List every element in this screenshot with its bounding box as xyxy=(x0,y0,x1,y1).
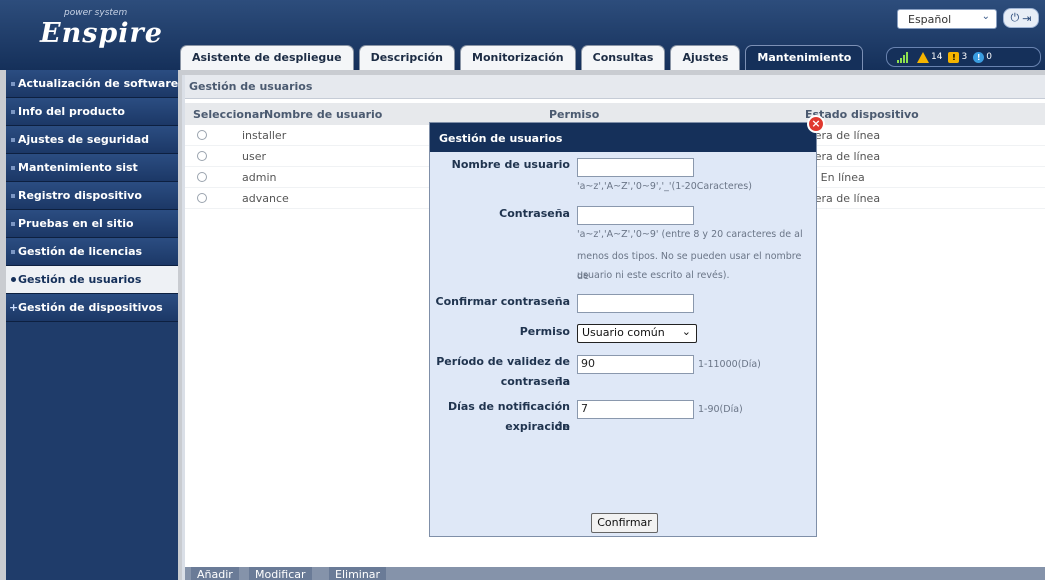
tab-asistente[interactable]: Asistente de despliegue xyxy=(180,45,354,70)
sidebar-item-product-info[interactable]: Info del producto xyxy=(6,98,178,126)
notify-input[interactable]: 7 xyxy=(577,400,694,419)
dialog-title: Gestión de usuarios xyxy=(430,123,816,152)
language-select[interactable]: Español ⌄ xyxy=(897,9,997,29)
close-icon[interactable]: × xyxy=(807,115,825,133)
row-radio[interactable] xyxy=(197,172,207,182)
confirm-password-label: Confirmar contraseña xyxy=(435,295,570,308)
exclamation-icon: ! xyxy=(948,51,960,63)
sidebar-item-device-log[interactable]: Registro dispositivo xyxy=(6,182,178,210)
power-icon[interactable]: ⏻ xyxy=(1011,11,1020,25)
add-button[interactable]: Añadir xyxy=(191,567,239,580)
tab-mantenimiento[interactable]: Mantenimiento xyxy=(745,45,864,70)
validity-input[interactable]: 90 xyxy=(577,355,694,374)
language-value: Español xyxy=(908,13,952,26)
tab-ajustes[interactable]: Ajustes xyxy=(670,45,741,70)
action-bar xyxy=(185,567,1045,580)
permission-value: Usuario común xyxy=(582,326,665,339)
confirm-button[interactable]: Confirmar xyxy=(591,513,658,533)
sidebar-item-site-tests[interactable]: Pruebas en el sitio xyxy=(6,210,178,238)
logout-icon[interactable]: ⇥ xyxy=(1022,12,1031,25)
permission-select[interactable]: Usuario común ⌄ xyxy=(577,324,697,343)
alarm-bar[interactable]: 14 ! 3 ! 0 xyxy=(886,47,1041,67)
sidebar-item-software-update[interactable]: Actualización de software xyxy=(6,70,178,98)
password-label: Contraseña xyxy=(499,207,570,220)
username-hint: 'a~z','A~Z','0~9','_'(1-20Caracteres) xyxy=(577,181,752,192)
username-input[interactable] xyxy=(577,158,694,177)
warning-triangle-icon xyxy=(917,51,929,63)
permission-label: Permiso xyxy=(519,325,570,338)
row-radio[interactable] xyxy=(197,130,207,140)
sidebar-item-security[interactable]: Ajustes de seguridad xyxy=(6,126,178,154)
section-title: Gestión de usuarios xyxy=(185,75,1045,99)
notify-unit: 1-90(Día) xyxy=(698,404,743,415)
logo-subtitle: power system xyxy=(64,8,128,18)
info-alarm[interactable]: ! 0 xyxy=(973,51,992,63)
sidebar-item-devices[interactable]: Gestión de dispositivos xyxy=(6,294,178,322)
tab-descripcion[interactable]: Descripción xyxy=(358,45,455,70)
notify-label-line2: expiración xyxy=(505,420,570,433)
main-tabs: Asistente de despliegue Descripción Moni… xyxy=(180,41,864,70)
tab-monitorizacion[interactable]: Monitorización xyxy=(460,45,576,70)
modify-button[interactable]: Modificar xyxy=(249,567,312,580)
major-alarm[interactable]: 14 xyxy=(917,51,943,63)
sidebar-item-system-maintenance[interactable]: Mantenimiento sist xyxy=(6,154,178,182)
col-permission: Permiso xyxy=(549,107,600,121)
row-radio[interactable] xyxy=(197,193,207,203)
sidebar-item-users[interactable]: Gestión de usuarios xyxy=(6,266,178,294)
confirm-password-input[interactable] xyxy=(577,294,694,313)
sidebar: Actualización de software Info del produ… xyxy=(6,70,178,580)
info-icon: ! xyxy=(973,51,985,63)
username-label: Nombre de usuario xyxy=(451,158,570,171)
row-radio[interactable] xyxy=(197,151,207,161)
sidebar-item-licenses[interactable]: Gestión de licencias xyxy=(6,238,178,266)
top-header: power system Enspire Español ⌄ ⏻ ⇥ Asist… xyxy=(0,0,1045,70)
tab-consultas[interactable]: Consultas xyxy=(580,45,666,70)
chevron-down-icon: ⌄ xyxy=(981,11,990,22)
col-select: Seleccionar xyxy=(193,107,265,121)
user-management-dialog: Gestión de usuarios × Nombre de usuario … xyxy=(429,115,825,537)
minor-alarm[interactable]: ! 3 xyxy=(948,51,968,63)
minor-alarm-count: 3 xyxy=(961,52,968,62)
password-hint-line3: usuario ni este escrito al revés). xyxy=(577,270,730,281)
signal-icon xyxy=(897,51,911,63)
password-hint-line1: 'a~z','A~Z','0~9' (entre 8 y 20 caracter… xyxy=(577,229,803,240)
delete-button[interactable]: Eliminar xyxy=(329,567,387,580)
validity-unit: 1-11000(Día) xyxy=(698,359,761,370)
major-alarm-count: 14 xyxy=(931,52,943,62)
col-username: Nombre de usuario xyxy=(264,107,383,121)
validity-label-line2: contraseña xyxy=(500,375,570,388)
session-controls[interactable]: ⏻ ⇥ xyxy=(1003,8,1039,28)
password-input[interactable] xyxy=(577,206,694,225)
info-alarm-count: 0 xyxy=(986,52,992,62)
enspire-logo: Enspire xyxy=(40,18,163,49)
chevron-down-icon: ⌄ xyxy=(681,325,691,338)
